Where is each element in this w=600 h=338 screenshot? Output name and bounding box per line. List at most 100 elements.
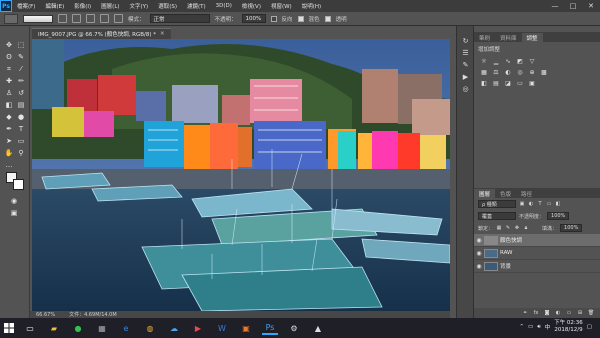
actions-panel-icon[interactable]: ▶ xyxy=(461,72,470,81)
tab-libraries[interactable]: 資料庫 xyxy=(495,33,522,42)
path-select-tool-icon[interactable]: ➤ xyxy=(4,136,14,146)
filter-adjustment-icon[interactable]: ◐ xyxy=(528,201,534,207)
calculator-icon[interactable]: ▦ xyxy=(94,321,110,335)
gradient-map-icon[interactable]: ▭ xyxy=(516,80,524,87)
menu-image[interactable]: 影像(I) xyxy=(69,2,96,10)
tab-brushes[interactable]: 筆刷 xyxy=(474,33,495,42)
photoshop-taskbar-icon[interactable]: Ps xyxy=(262,321,278,335)
windows-start-icon[interactable] xyxy=(0,318,18,338)
more-tools-icon[interactable]: … xyxy=(4,160,14,170)
layer-kind-filter[interactable]: ρ 種類 xyxy=(478,200,516,208)
minimize-button[interactable]: — xyxy=(546,0,564,12)
menu-filter[interactable]: 濾鏡(T) xyxy=(182,2,211,10)
lock-position-icon[interactable]: ✥ xyxy=(514,225,520,231)
hue-saturation-icon[interactable]: ▦ xyxy=(480,69,488,76)
menu-edit[interactable]: 編輯(E) xyxy=(40,2,69,10)
network-icon[interactable]: ▭ xyxy=(528,324,533,330)
layer-row[interactable]: ◉ 背景 xyxy=(474,260,600,273)
transparency-checkbox[interactable] xyxy=(324,15,331,22)
media-app-icon[interactable]: ▶ xyxy=(190,321,206,335)
black-white-icon[interactable]: ◐ xyxy=(504,69,512,76)
tab-paths[interactable]: 路徑 xyxy=(516,189,537,198)
lock-all-icon[interactable]: 🔒︎ xyxy=(523,225,529,231)
input-language[interactable]: 中 xyxy=(545,323,551,331)
volume-icon[interactable]: 🔊︎ xyxy=(537,324,540,331)
store-app-icon[interactable]: ▣ xyxy=(238,321,254,335)
diamond-gradient-icon[interactable] xyxy=(114,14,123,23)
delete-layer-icon[interactable]: 🗑︎ xyxy=(588,310,594,316)
line-app-icon[interactable]: ● xyxy=(70,321,86,335)
file-explorer-icon[interactable]: ▰ xyxy=(46,321,62,335)
invert-icon[interactable]: ◧ xyxy=(480,80,488,87)
shape-tool-icon[interactable]: ▭ xyxy=(16,136,26,146)
dither-checkbox[interactable] xyxy=(297,15,304,22)
blur-tool-icon[interactable]: ◆ xyxy=(4,112,14,122)
word-app-icon[interactable]: W xyxy=(214,321,230,335)
layer-row[interactable]: ◉ RAW xyxy=(474,247,600,260)
new-layer-icon[interactable]: ⊞ xyxy=(577,310,583,316)
screen-mode-icon[interactable]: ▣ xyxy=(9,208,19,218)
brush-tool-icon[interactable]: ✏ xyxy=(16,76,26,86)
document-close-icon[interactable]: ✕ xyxy=(160,31,165,37)
menu-3d[interactable]: 3D(D) xyxy=(211,3,237,9)
quick-select-tool-icon[interactable]: ✎ xyxy=(16,52,26,62)
visibility-eye-icon[interactable]: ◉ xyxy=(474,237,484,244)
tab-adjustments[interactable]: 調整 xyxy=(521,33,543,42)
edge-browser-icon[interactable]: e xyxy=(118,321,134,335)
blend-mode-select[interactable]: 覆蓋 xyxy=(478,212,516,220)
menu-layer[interactable]: 圖層(L) xyxy=(96,2,124,10)
filter-smart-icon[interactable]: ◧ xyxy=(555,201,561,207)
menu-file[interactable]: 檔案(F) xyxy=(12,2,40,10)
menu-view[interactable]: 檢視(V) xyxy=(237,2,266,10)
type-tool-icon[interactable]: T xyxy=(16,124,26,134)
menu-window[interactable]: 視窗(W) xyxy=(266,2,297,10)
gradient-tool-icon[interactable]: ▤ xyxy=(16,100,26,110)
mode-select[interactable]: 正常 xyxy=(149,14,210,23)
threshold-icon[interactable]: ◪ xyxy=(504,80,512,87)
layer-opacity-field[interactable]: 100% xyxy=(547,212,570,220)
exposure-icon[interactable]: ◩ xyxy=(516,58,524,65)
fill-field[interactable]: 100% xyxy=(560,224,583,232)
properties-panel-icon[interactable]: ☰ xyxy=(461,48,470,57)
new-group-icon[interactable]: ▭ xyxy=(566,310,572,316)
history-brush-icon[interactable]: ↺ xyxy=(16,88,26,98)
eraser-tool-icon[interactable]: ◧ xyxy=(4,100,14,110)
angle-gradient-icon[interactable] xyxy=(86,14,95,23)
lock-image-icon[interactable]: ✎ xyxy=(505,225,511,231)
close-window-button[interactable]: ✕ xyxy=(582,0,600,12)
maximize-button[interactable]: □ xyxy=(564,0,582,12)
color-lookup-icon[interactable]: ▩ xyxy=(540,69,548,76)
channels-panel-icon[interactable]: ◎ xyxy=(461,84,470,93)
vibrance-icon[interactable]: ▽ xyxy=(528,58,536,65)
layer-row[interactable]: ◉ 顏色快調 xyxy=(474,234,600,247)
menu-select[interactable]: 選取(S) xyxy=(153,2,182,10)
notification-icon[interactable]: ▢ xyxy=(587,324,592,330)
onedrive-icon[interactable]: ☁ xyxy=(166,321,182,335)
lock-transparency-icon[interactable]: ▦ xyxy=(496,225,502,231)
reverse-checkbox[interactable] xyxy=(270,15,277,22)
visibility-eye-icon[interactable]: ◉ xyxy=(474,263,484,270)
tool-preset-picker[interactable] xyxy=(4,13,18,24)
zoom-level[interactable]: 66.67% xyxy=(36,312,55,318)
add-mask-icon[interactable]: ◙ xyxy=(544,310,550,316)
lasso-tool-icon[interactable]: ʘ xyxy=(4,52,14,62)
dodge-tool-icon[interactable]: ● xyxy=(16,112,26,122)
photo-filter-icon[interactable]: ◎ xyxy=(516,69,524,76)
filter-type-icon[interactable]: T xyxy=(537,201,543,207)
layer-style-icon[interactable]: fx xyxy=(533,310,539,316)
selective-color-icon[interactable]: ▣ xyxy=(528,80,536,87)
quick-mask-icon[interactable]: ◉ xyxy=(9,196,19,206)
settings-app-icon[interactable]: ⚙ xyxy=(286,321,302,335)
crop-tool-icon[interactable]: ⌗ xyxy=(4,64,14,74)
clock[interactable]: 下午 02:36 2018/12/9 xyxy=(554,320,583,334)
photos-app-icon[interactable]: ▲ xyxy=(310,321,326,335)
channel-mixer-icon[interactable]: ⊕ xyxy=(528,69,536,76)
filter-pixel-icon[interactable]: ▣ xyxy=(519,201,525,207)
radial-gradient-icon[interactable] xyxy=(72,14,81,23)
reflected-gradient-icon[interactable] xyxy=(100,14,109,23)
tab-layers[interactable]: 圖層 xyxy=(474,189,496,198)
filter-shape-icon[interactable]: ▭ xyxy=(546,201,552,207)
color-balance-icon[interactable]: ⚖ xyxy=(492,69,500,76)
menu-help[interactable]: 說明(H) xyxy=(297,2,326,10)
document-tab[interactable]: IMG_9007.JPG @ 66.7% (顏色快調, RGB/8) * ✕ xyxy=(32,28,171,39)
